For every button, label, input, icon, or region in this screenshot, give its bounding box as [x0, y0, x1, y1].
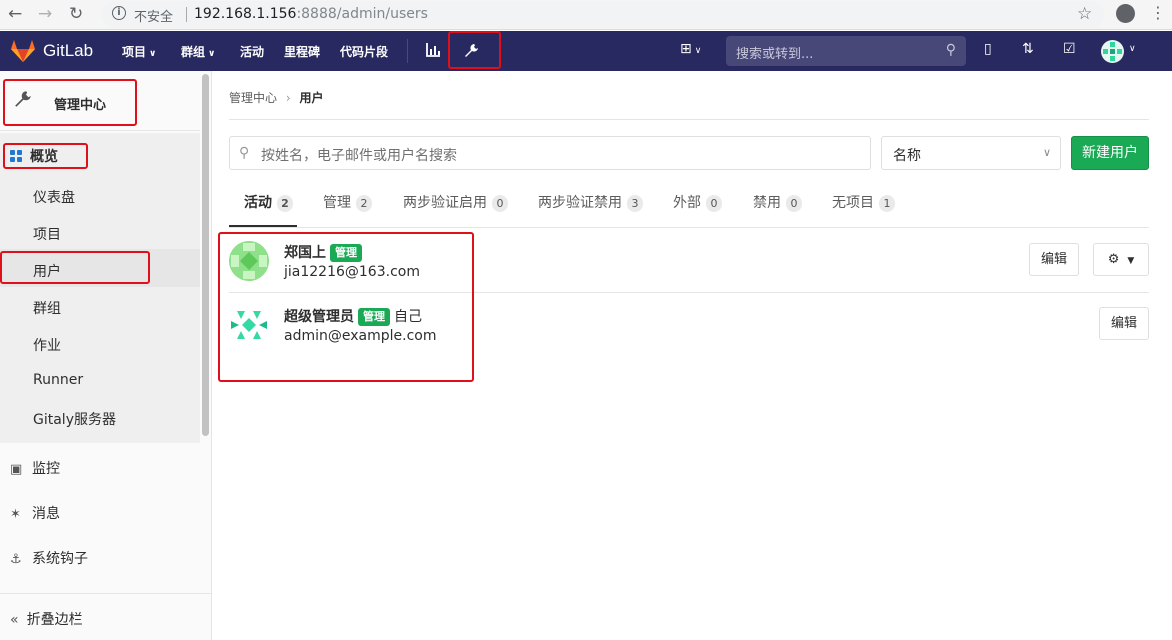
tab-admins[interactable]: 管理 2 — [323, 192, 372, 212]
highlight-box — [3, 79, 137, 126]
sidebar-group-overview: 概览 仪表盘 项目 用户 群组 作业 Runner Gitaly服务器 — [0, 133, 200, 443]
sort-dropdown[interactable]: 名称 ∨ — [881, 136, 1061, 170]
edit-button[interactable]: 编辑 — [1029, 243, 1079, 276]
sidebar-item-dashboard[interactable]: 仪表盘 — [33, 187, 75, 207]
reload-icon[interactable]: ↻ — [69, 4, 83, 24]
tab-2fa-disabled[interactable]: 两步验证禁用 3 — [538, 192, 643, 212]
tab-blocked[interactable]: 禁用 0 — [753, 192, 802, 212]
double-chevron-left-icon: « — [10, 612, 19, 628]
new-user-button[interactable]: 新建用户 — [1071, 136, 1149, 170]
count-badge: 0 — [706, 195, 722, 212]
gitlab-logo-icon[interactable] — [11, 40, 35, 62]
sidebar-item-monitoring[interactable]: ▣ 监控 — [10, 458, 60, 478]
profile-icon[interactable] — [1116, 4, 1135, 23]
gear-icon: ⚙ — [1107, 252, 1120, 267]
bookmark-star-icon[interactable]: ☆ — [1077, 4, 1092, 24]
arrow-left-icon[interactable]: ← — [8, 4, 22, 24]
chevron-down-icon[interactable]: ∨ — [1129, 44, 1136, 54]
arrow-right-icon[interactable]: → — [38, 4, 52, 24]
divider — [186, 7, 187, 22]
info-icon[interactable]: i — [112, 6, 126, 20]
user-search-input[interactable]: ⚲ 按姓名，电子邮件或用户名搜索 — [229, 136, 871, 170]
count-badge: 2 — [356, 195, 372, 212]
tab-external[interactable]: 外部 0 — [673, 192, 722, 212]
caret-down-icon: ▼ — [1127, 256, 1135, 266]
divider — [407, 39, 408, 63]
sidebar-item-gitaly[interactable]: Gitaly服务器 — [33, 409, 116, 429]
highlight-box — [218, 232, 474, 382]
brand-name[interactable]: GitLab — [43, 41, 93, 61]
sidebar-item-runners[interactable]: Runner — [33, 372, 83, 388]
highlight-box — [3, 143, 88, 169]
nav-groups[interactable]: 群组 ∨ — [181, 43, 215, 60]
sidebar-item-messages[interactable]: ✶ 消息 — [10, 503, 60, 523]
nav-milestones[interactable]: 里程碑 — [284, 43, 320, 60]
todo-icon[interactable]: ☑ — [1063, 41, 1076, 57]
address-bar[interactable]: i 不安全 192.168.1.156:8888/admin/users — [102, 1, 1104, 28]
issues-icon[interactable]: ▯ — [984, 41, 992, 57]
active-tab-indicator — [229, 225, 297, 227]
search-placeholder: 搜索或转到... — [736, 47, 814, 62]
tab-2fa-enabled[interactable]: 两步验证启用 0 — [403, 192, 508, 212]
collapse-sidebar-button[interactable]: «折叠边栏 — [0, 593, 211, 640]
user-avatar[interactable] — [1101, 40, 1124, 63]
sort-value: 名称 — [893, 148, 921, 164]
count-badge: 0 — [492, 195, 508, 212]
chevron-down-icon: ∨ — [149, 49, 157, 59]
chevron-down-icon: ∨ — [208, 49, 216, 59]
plus-square-icon[interactable]: ⊞ ∨ — [680, 41, 701, 57]
search-icon: ⚲ — [239, 145, 250, 161]
hook-icon: ⚓ — [10, 552, 22, 567]
sidebar-scrollbar[interactable] — [202, 74, 209, 436]
tab-active[interactable]: 活动 2 — [244, 192, 293, 212]
top-navbar: GitLab 项目 ∨ 群组 ∨ 活动 里程碑 代码片段 ⊞ ∨ 搜索或转到... ⚲… — [0, 31, 1172, 71]
tab-without-projects[interactable]: 无项目 1 — [832, 192, 895, 212]
count-badge: 2 — [277, 195, 293, 212]
highlight-box — [448, 31, 501, 69]
global-search-input[interactable]: 搜索或转到... ⚲ — [726, 36, 966, 66]
sidebar-item-projects[interactable]: 项目 — [33, 224, 61, 244]
count-badge: 1 — [879, 195, 895, 212]
security-label: 不安全 — [134, 10, 174, 25]
sidebar-item-groups[interactable]: 群组 — [33, 298, 61, 318]
more-menu-icon[interactable]: ⋮ — [1150, 4, 1166, 22]
chevron-right-icon: › — [285, 91, 291, 105]
breadcrumb-parent[interactable]: 管理中心 — [229, 91, 277, 105]
count-badge: 0 — [786, 195, 802, 212]
divider — [229, 119, 1149, 120]
broadcast-icon: ✶ — [10, 507, 21, 522]
sidebar-item-hooks[interactable]: ⚓ 系统钩子 — [10, 548, 88, 568]
sidebar-item-jobs[interactable]: 作业 — [33, 335, 61, 355]
breadcrumb: 管理中心 › 用户 — [229, 89, 324, 106]
nav-projects[interactable]: 项目 ∨ — [122, 43, 156, 60]
count-badge: 3 — [627, 195, 643, 212]
nav-snippets[interactable]: 代码片段 — [340, 43, 388, 60]
browser-toolbar: ← → ↻ i 不安全 192.168.1.156:8888/admin/use… — [0, 0, 1172, 30]
breadcrumb-current: 用户 — [299, 91, 324, 105]
monitor-icon: ▣ — [10, 462, 23, 477]
highlight-box — [0, 251, 150, 284]
search-icon: ⚲ — [945, 42, 956, 58]
settings-dropdown-button[interactable]: ⚙ ▼ — [1093, 243, 1149, 276]
chart-icon[interactable] — [426, 43, 441, 57]
chevron-down-icon: ∨ — [1042, 146, 1051, 159]
url-text[interactable]: 192.168.1.156:8888/admin/users — [194, 6, 428, 22]
divider — [229, 227, 1149, 228]
nav-activity[interactable]: 活动 — [240, 43, 264, 60]
search-placeholder: 按姓名，电子邮件或用户名搜索 — [261, 148, 457, 164]
merge-request-icon[interactable]: ⇅ — [1022, 41, 1034, 57]
edit-button[interactable]: 编辑 — [1099, 307, 1149, 340]
